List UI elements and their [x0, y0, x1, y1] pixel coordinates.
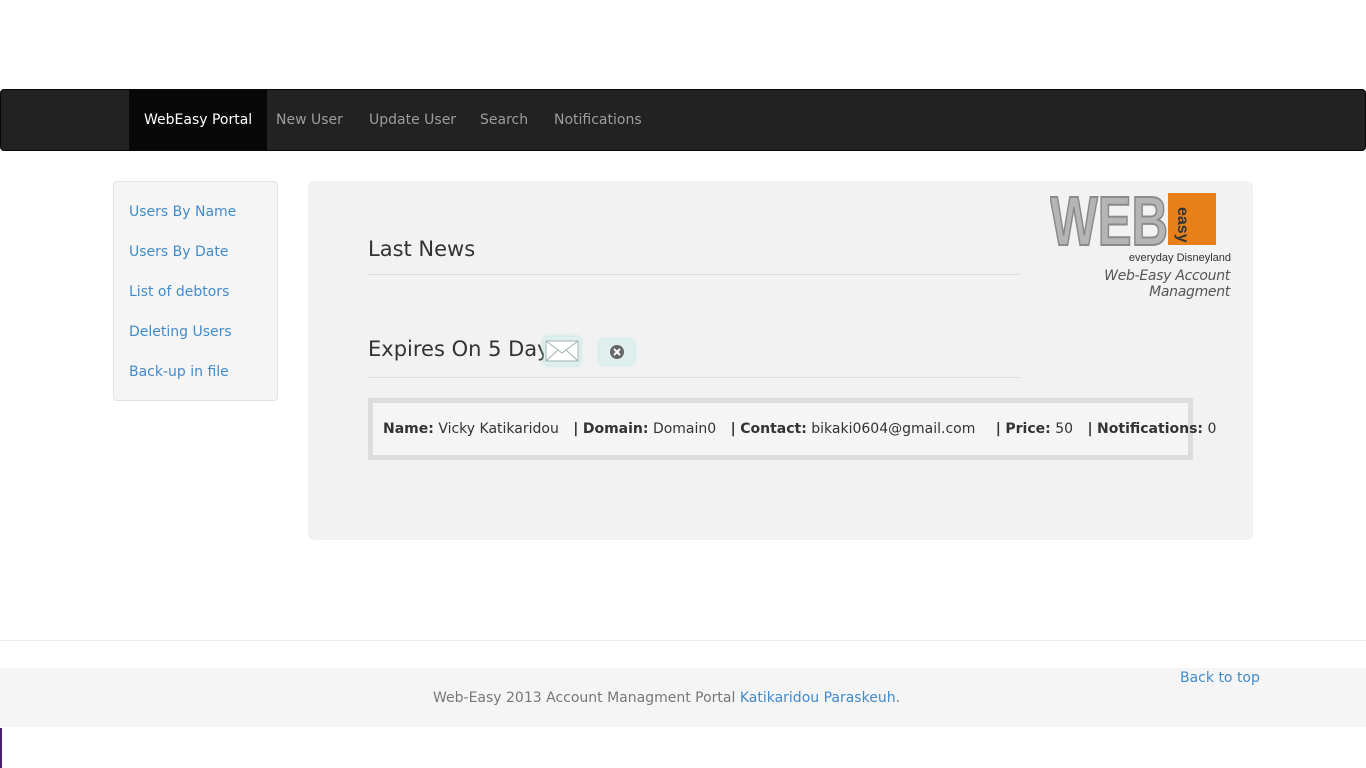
contact-label: Contact:: [740, 421, 807, 437]
footer-end: .: [895, 690, 901, 706]
envelope-icon: [545, 340, 579, 362]
webeasy-logo: WEB easy everyday Disneyland: [1050, 185, 1231, 264]
footer-divider: [0, 640, 1366, 641]
separator: |: [730, 421, 736, 437]
sidebar-item-users-by-date[interactable]: Users By Date: [129, 242, 262, 282]
send-mail-button[interactable]: [544, 337, 580, 365]
nav-item-notifications[interactable]: Notifications: [554, 90, 642, 150]
name-label: Name:: [383, 421, 434, 437]
logo-letters: WEB: [1050, 185, 1168, 260]
price-value: 50: [1055, 421, 1074, 437]
nav-brand-webeasy-portal[interactable]: WebEasy Portal: [129, 90, 268, 150]
divider: [368, 377, 1020, 378]
expiring-user-record: Name: Vicky Katikaridou | Domain: Domain…: [368, 398, 1216, 460]
nav-item-update-user[interactable]: Update User: [369, 90, 456, 150]
expires-heading: Expires On 5 Days: [368, 337, 561, 361]
price-label: Price:: [1005, 421, 1051, 437]
logo-side-text: easy: [1174, 207, 1191, 243]
footer-text: Web-Easy 2013 Account Managment Portal: [433, 690, 736, 706]
author-link[interactable]: Katikaridou Paraskeuh: [740, 690, 896, 706]
divider: [368, 274, 1020, 275]
separator: |: [1087, 421, 1093, 437]
nav-item-search[interactable]: Search: [480, 90, 528, 150]
notifications-label: Notifications:: [1097, 421, 1204, 437]
domain-label: Domain:: [582, 421, 649, 437]
close-circle-icon: [610, 345, 624, 359]
logo-tagline: Web-Easy Account Managment: [1104, 268, 1230, 300]
sidebar-item-deleting-users[interactable]: Deleting Users: [129, 322, 262, 362]
last-news-heading: Last News: [368, 237, 476, 261]
separator: |: [573, 421, 579, 437]
sidebar-item-list-of-debtors[interactable]: List of debtors: [129, 282, 262, 322]
sidebar-item-backup-in-file[interactable]: Back-up in file: [129, 362, 262, 402]
contact-value: bikaki0604@gmail.com: [811, 421, 976, 437]
sidebar: Users By Name Users By Date List of debt…: [113, 181, 278, 401]
separator: |: [995, 421, 1001, 437]
back-to-top-link[interactable]: Back to top: [1180, 670, 1260, 686]
dismiss-button[interactable]: [600, 340, 634, 364]
domain-value: Domain0: [652, 421, 717, 437]
logo-slogan: everyday Disneyland: [1129, 252, 1231, 264]
nav-item-new-user[interactable]: New User: [276, 90, 343, 150]
name-value: Vicky Katikaridou: [438, 421, 559, 437]
notifications-value: 0: [1207, 421, 1217, 437]
main-panel: WEB easy everyday Disneyland Web-Easy Ac…: [308, 181, 1253, 540]
top-navbar: WebEasy Portal New User Update User Sear…: [0, 89, 1366, 151]
footer-copyright: Web-Easy 2013 Account Managment Portal K…: [433, 690, 900, 706]
window-edge-mark: [0, 728, 2, 768]
footer: Back to top Web-Easy 2013 Account Managm…: [0, 668, 1366, 727]
sidebar-item-users-by-name[interactable]: Users By Name: [129, 202, 262, 242]
